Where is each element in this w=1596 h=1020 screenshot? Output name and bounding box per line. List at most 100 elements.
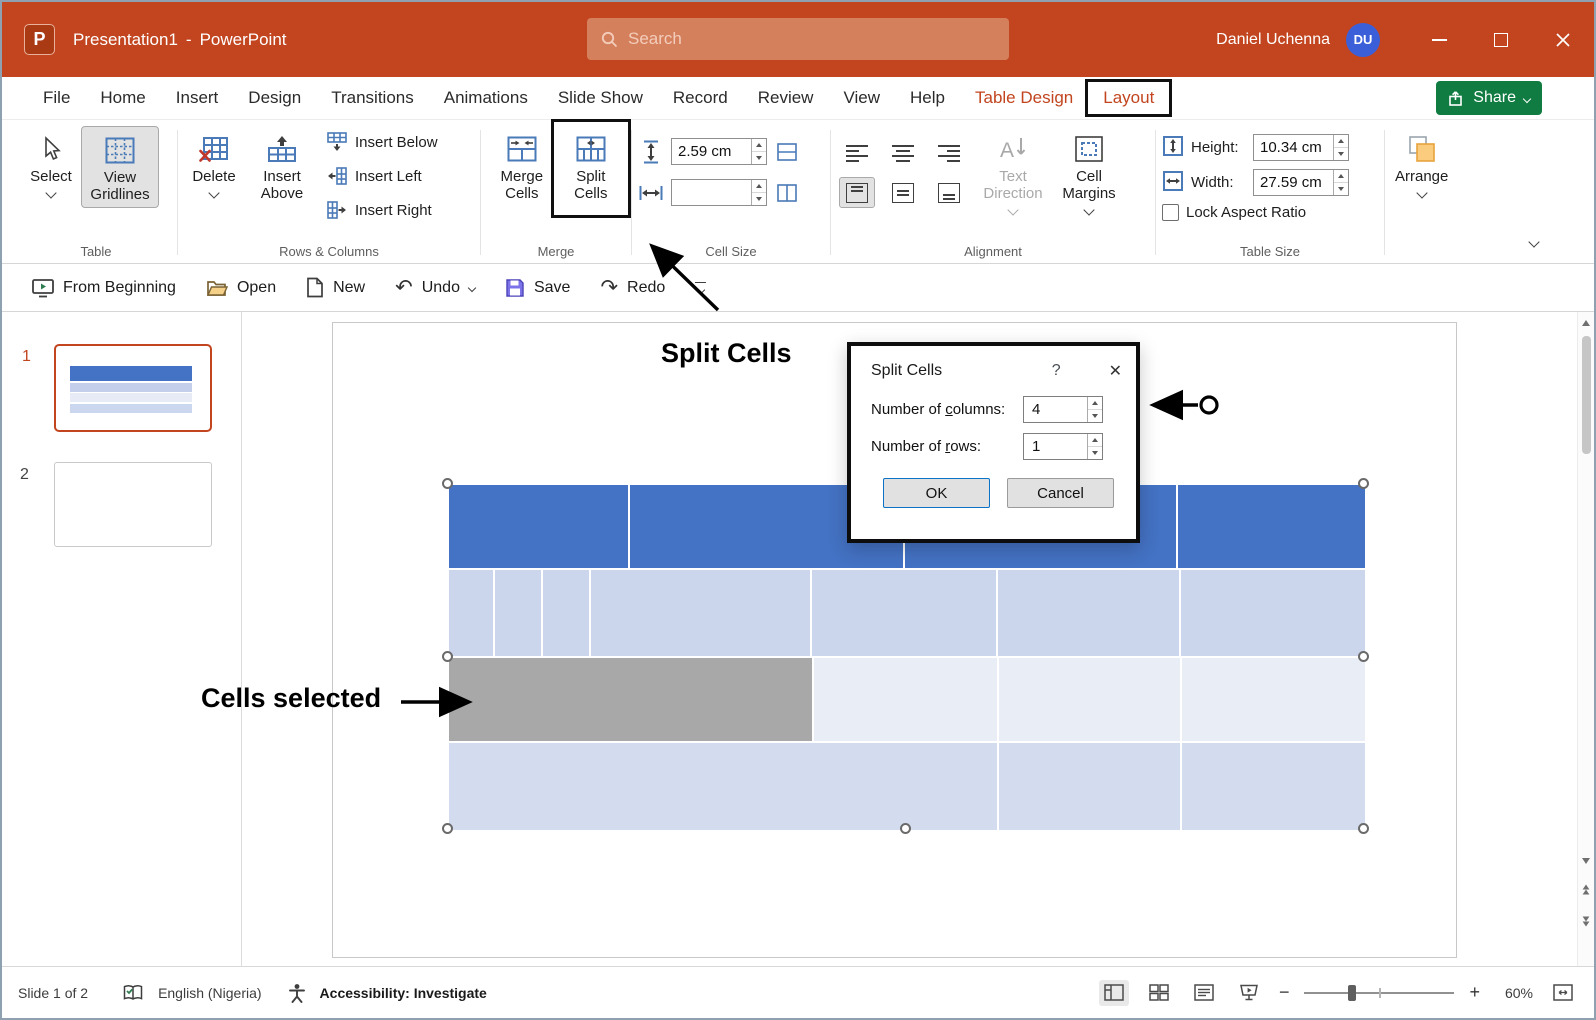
cell-margins-button[interactable]: Cell Margins bbox=[1051, 126, 1127, 218]
table-cell[interactable] bbox=[1178, 485, 1365, 568]
merge-cells-button[interactable]: Merge Cells bbox=[487, 126, 557, 206]
selection-handle[interactable] bbox=[442, 651, 453, 662]
table-cell[interactable] bbox=[495, 570, 541, 656]
slide-1-thumbnail[interactable] bbox=[54, 344, 212, 432]
undo-button[interactable]: ↶ Undo bbox=[395, 277, 477, 298]
table-cell[interactable] bbox=[999, 658, 1180, 741]
language-status[interactable]: English (Nigeria) bbox=[158, 985, 261, 1001]
tab-slide-show[interactable]: Slide Show bbox=[543, 77, 658, 119]
selection-handle[interactable] bbox=[1358, 823, 1369, 834]
table-cell[interactable] bbox=[1182, 658, 1365, 741]
scroll-thumb[interactable] bbox=[1582, 336, 1591, 454]
lock-aspect-ratio-checkbox[interactable] bbox=[1162, 204, 1179, 221]
slide-canvas[interactable]: Split Cells ? ✕ Number of columns: Numbe… bbox=[242, 312, 1577, 966]
user-name[interactable]: Daniel Uchenna bbox=[1216, 31, 1330, 49]
previous-slide-button[interactable] bbox=[1578, 883, 1594, 895]
slide-2-thumbnail[interactable] bbox=[54, 462, 212, 547]
normal-view-button[interactable] bbox=[1098, 979, 1129, 1006]
table-cell[interactable] bbox=[449, 743, 997, 830]
table-height-input[interactable] bbox=[1253, 134, 1349, 161]
spinner-up-icon[interactable] bbox=[752, 139, 766, 152]
table-cell[interactable] bbox=[998, 570, 1179, 656]
cell-height-input[interactable] bbox=[671, 138, 767, 165]
scroll-up-button[interactable] bbox=[1578, 320, 1594, 326]
slide-show-button[interactable] bbox=[1234, 980, 1264, 1006]
columns-input[interactable] bbox=[1023, 396, 1103, 423]
align-middle-button[interactable] bbox=[885, 177, 921, 208]
redo-button[interactable]: ↷ Redo bbox=[600, 277, 665, 298]
insert-below-button[interactable]: Insert Below bbox=[322, 130, 443, 154]
zoom-percentage[interactable]: 60% bbox=[1495, 985, 1533, 1001]
selection-handle[interactable] bbox=[1358, 651, 1369, 662]
scroll-down-button[interactable] bbox=[1578, 858, 1594, 864]
select-button[interactable]: Select bbox=[21, 126, 81, 201]
maximize-button[interactable] bbox=[1470, 2, 1532, 77]
table-cell[interactable] bbox=[449, 570, 493, 656]
reading-view-button[interactable] bbox=[1189, 980, 1219, 1006]
view-gridlines-button[interactable]: View Gridlines bbox=[81, 126, 159, 208]
spinner[interactable] bbox=[751, 180, 766, 205]
spinner-down-icon[interactable] bbox=[752, 152, 766, 164]
tab-animations[interactable]: Animations bbox=[429, 77, 543, 119]
selection-handle[interactable] bbox=[1358, 478, 1369, 489]
ok-button[interactable]: OK bbox=[883, 478, 990, 508]
avatar[interactable]: DU bbox=[1346, 22, 1380, 57]
spinner-down-icon[interactable] bbox=[752, 193, 766, 205]
slide-sorter-view-button[interactable] bbox=[1144, 980, 1174, 1006]
align-bottom-button[interactable] bbox=[931, 177, 967, 208]
minimize-button[interactable] bbox=[1408, 2, 1470, 77]
tab-home[interactable]: Home bbox=[85, 77, 160, 119]
spinner-up-icon[interactable] bbox=[1088, 397, 1102, 410]
table-cell[interactable] bbox=[999, 743, 1180, 830]
dialog-close-button[interactable]: ✕ bbox=[1109, 361, 1122, 381]
selected-cells[interactable] bbox=[449, 658, 812, 741]
cell-width-input[interactable] bbox=[671, 179, 767, 206]
zoom-out-button[interactable]: − bbox=[1279, 982, 1290, 1003]
insert-above-button[interactable]: Insert Above bbox=[244, 126, 320, 206]
arrange-button[interactable]: Arrange bbox=[1391, 126, 1452, 201]
spellcheck-icon[interactable] bbox=[122, 984, 144, 1002]
selection-handle[interactable] bbox=[442, 823, 453, 834]
spinner-up-icon[interactable] bbox=[1334, 170, 1348, 183]
table-cell[interactable] bbox=[1181, 570, 1365, 656]
tab-design[interactable]: Design bbox=[233, 77, 316, 119]
spinner-up-icon[interactable] bbox=[1334, 135, 1348, 148]
scrollbar[interactable] bbox=[1577, 312, 1594, 966]
distribute-columns-button[interactable] bbox=[774, 180, 800, 206]
tab-insert[interactable]: Insert bbox=[161, 77, 234, 119]
align-left-button[interactable] bbox=[839, 138, 875, 169]
zoom-slider-thumb[interactable] bbox=[1348, 984, 1357, 1001]
next-slide-button[interactable] bbox=[1578, 915, 1594, 927]
spinner-down-icon[interactable] bbox=[1088, 410, 1102, 422]
zoom-in-button[interactable]: + bbox=[1469, 982, 1480, 1003]
align-right-button[interactable] bbox=[931, 138, 967, 169]
tab-review[interactable]: Review bbox=[743, 77, 829, 119]
spinner-up-icon[interactable] bbox=[1088, 434, 1102, 447]
table-cell[interactable] bbox=[591, 570, 810, 656]
spinner[interactable] bbox=[751, 139, 766, 164]
tab-record[interactable]: Record bbox=[658, 77, 743, 119]
search-input[interactable] bbox=[628, 29, 958, 49]
customize-toolbar-button[interactable] bbox=[695, 281, 707, 295]
table-cell[interactable] bbox=[812, 570, 996, 656]
table-cell[interactable] bbox=[814, 658, 997, 741]
spinner[interactable] bbox=[1333, 170, 1348, 195]
fit-to-window-button[interactable] bbox=[1548, 980, 1578, 1006]
spinner-up-icon[interactable] bbox=[752, 180, 766, 193]
table-width-input[interactable] bbox=[1253, 169, 1349, 196]
selection-handle[interactable] bbox=[442, 478, 453, 489]
dialog-help-button[interactable]: ? bbox=[1052, 362, 1061, 380]
share-button[interactable]: Share bbox=[1436, 81, 1542, 115]
tab-file[interactable]: File bbox=[28, 77, 85, 119]
spinner-down-icon[interactable] bbox=[1334, 148, 1348, 160]
new-button[interactable]: New bbox=[306, 277, 365, 298]
insert-left-button[interactable]: Insert Left bbox=[322, 164, 443, 188]
table-cell[interactable] bbox=[543, 570, 589, 656]
split-cells-button[interactable]: Split Cells bbox=[550, 119, 631, 218]
search-bar[interactable] bbox=[587, 18, 1009, 60]
close-button[interactable] bbox=[1532, 2, 1594, 77]
tab-transitions[interactable]: Transitions bbox=[316, 77, 429, 119]
columns-spinner[interactable] bbox=[1087, 397, 1102, 422]
zoom-slider[interactable] bbox=[1304, 984, 1455, 1001]
rows-spinner[interactable] bbox=[1087, 434, 1102, 459]
